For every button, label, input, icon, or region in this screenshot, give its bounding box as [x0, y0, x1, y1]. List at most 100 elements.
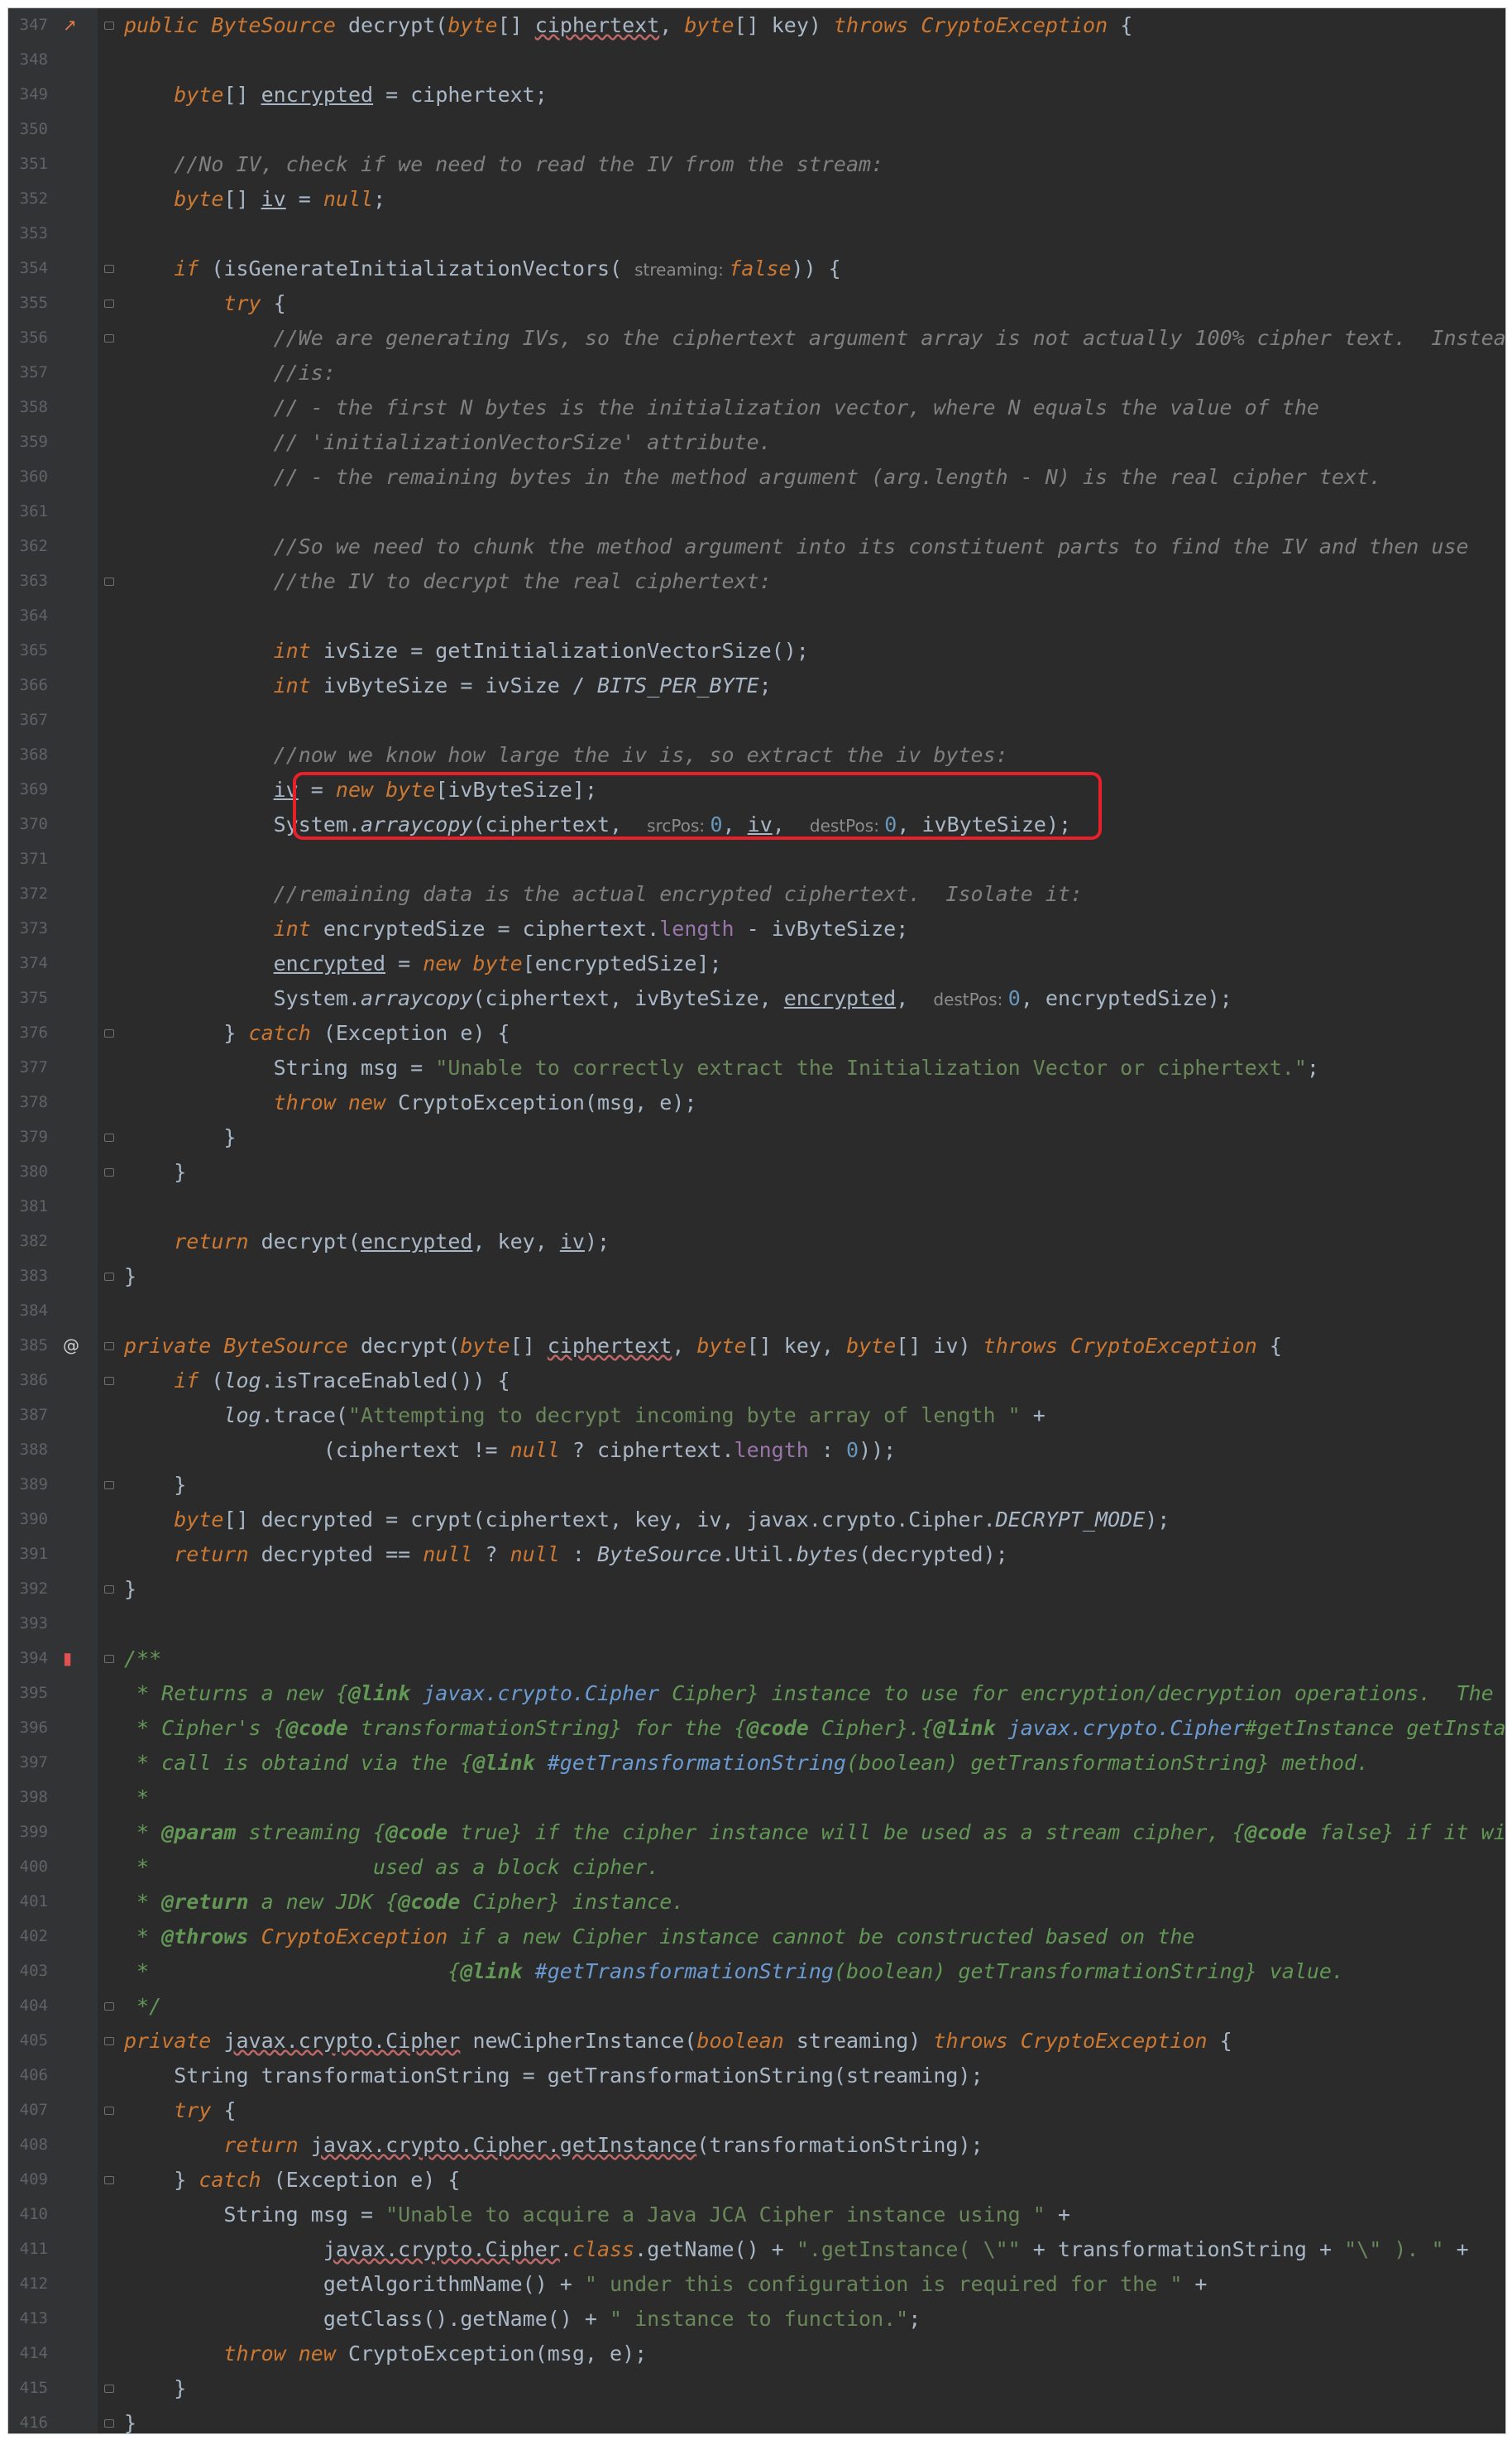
code-line[interactable]: 368 //now we know how large the iv is, s… [8, 738, 1505, 773]
code-editor[interactable]: 347 ↗ public ByteSource decrypt(byte[] cip… [7, 7, 1506, 2434]
code-line[interactable]: 384 [8, 1294, 1505, 1329]
code-line[interactable]: 400 * used as a block cipher. [8, 1850, 1505, 1885]
code-line[interactable]: 396 * Cipher's {@code transformationStri… [8, 1711, 1505, 1746]
fold-marker-icon[interactable] [104, 300, 114, 308]
fold-marker-icon[interactable] [104, 334, 114, 343]
code-line[interactable]: 390 byte[] decrypted = crypt(ciphertext,… [8, 1503, 1505, 1537]
code-text: if (log.isTraceEnabled()) { [124, 1364, 510, 1398]
code-line[interactable]: 377 String msg = "Unable to correctly ex… [8, 1051, 1505, 1086]
code-line[interactable]: 382 return decrypt(encrypted, key, iv); [8, 1225, 1505, 1259]
code-text: * @return a new JDK {@code Cipher} insta… [124, 1885, 684, 1920]
code-line[interactable]: 359 // 'initializationVectorSize' attrib… [8, 425, 1505, 460]
code-line[interactable]: 412 getAlgorithmName() + " under this co… [8, 2267, 1505, 2302]
code-line[interactable]: 415 } [8, 2371, 1505, 2406]
fold-marker-icon[interactable] [104, 2419, 114, 2428]
fold-marker-icon[interactable] [104, 1134, 114, 1142]
fold-marker-icon[interactable] [104, 1377, 114, 1385]
code-line[interactable]: 399 * @param streaming {@code true} if t… [8, 1815, 1505, 1850]
code-line[interactable]: 406 String transformationString = getTra… [8, 2059, 1505, 2093]
code-line[interactable]: 353 [8, 217, 1505, 252]
doc-icon[interactable]: ▮ [63, 1649, 72, 1667]
code-line[interactable]: 409 } catch (Exception e) { [8, 2163, 1505, 2198]
fold-marker-icon[interactable] [104, 1481, 114, 1489]
code-line[interactable]: 397 * call is obtaind via the {@link #ge… [8, 1746, 1505, 1781]
code-line[interactable]: 354 if (isGenerateInitializationVectors(… [8, 252, 1505, 286]
code-line[interactable]: 348 [8, 43, 1505, 78]
code-line[interactable]: 350 [8, 113, 1505, 147]
code-line[interactable]: 392} [8, 1572, 1505, 1607]
code-line[interactable]: 408 return javax.crypto.Cipher.getInstan… [8, 2128, 1505, 2163]
code-line[interactable]: 389 } [8, 1468, 1505, 1503]
code-line[interactable]: 356 //We are generating IVs, so the ciph… [8, 321, 1505, 356]
code-line[interactable]: 394 ▮ /** [8, 1642, 1505, 1676]
code-line[interactable]: 385 @ private ByteSource decrypt(byte[] ci… [8, 1329, 1505, 1364]
code-line[interactable]: 380 } [8, 1155, 1505, 1190]
fold-marker-icon[interactable] [104, 1029, 114, 1038]
code-line[interactable]: 361 [8, 495, 1505, 530]
code-line[interactable]: 373 int encryptedSize = ciphertext.lengt… [8, 912, 1505, 947]
code-line[interactable]: 355 try { [8, 286, 1505, 321]
code-line[interactable]: 379 } [8, 1120, 1505, 1155]
fold-marker-icon[interactable] [104, 2002, 114, 2011]
fold-marker-icon[interactable] [104, 2176, 114, 2184]
override-icon[interactable]: ↗ [63, 16, 77, 34]
code-line[interactable]: 398 * [8, 1781, 1505, 1815]
fold-marker-icon[interactable] [104, 1168, 114, 1177]
code-line[interactable]: 367 [8, 703, 1505, 738]
code-line[interactable]: 391 return decrypted == null ? null : By… [8, 1537, 1505, 1572]
code-line[interactable]: 405 private javax.crypto.Cipher newCipher… [8, 2024, 1505, 2059]
code-line[interactable]: 360 // - the remaining bytes in the meth… [8, 460, 1505, 495]
code-line[interactable]: 366 int ivByteSize = ivSize / BITS_PER_B… [8, 669, 1505, 703]
code-line[interactable]: 416} [8, 2406, 1505, 2433]
code-line[interactable]: 388 (ciphertext != null ? ciphertext.len… [8, 1433, 1505, 1468]
fold-marker-icon[interactable] [104, 2385, 114, 2393]
code-line[interactable]: 403 * {@link #getTransformationString(bo… [8, 1954, 1505, 1989]
code-line[interactable]: 402 * @throws CryptoException if a new C… [8, 1920, 1505, 1954]
code-text: return javax.crypto.Cipher.getInstance(t… [124, 2128, 983, 2163]
code-line[interactable]: 358 // - the first N bytes is the initia… [8, 391, 1505, 425]
code-line[interactable]: 410 String msg = "Unable to acquire a Ja… [8, 2198, 1505, 2232]
code-line[interactable]: 349 byte[] encrypted = ciphertext; [8, 78, 1505, 113]
code-line[interactable]: 351 //No IV, check if we need to read th… [8, 147, 1505, 182]
fold-marker-icon[interactable] [104, 265, 114, 273]
annotation-icon[interactable]: @ [63, 1336, 79, 1354]
code-line[interactable]: 371 [8, 842, 1505, 877]
fold-marker-icon[interactable] [104, 2037, 114, 2045]
fold-marker-icon[interactable] [104, 1273, 114, 1281]
code-line[interactable]: 369 iv = new byte[ivByteSize]; [8, 773, 1505, 808]
code-line[interactable]: 378 throw new CryptoException(msg, e); [8, 1086, 1505, 1120]
code-line[interactable]: 375 System.arraycopy(ciphertext, ivByteS… [8, 981, 1505, 1016]
code-line[interactable]: 362 //So we need to chunk the method arg… [8, 530, 1505, 564]
code-line[interactable]: 401 * @return a new JDK {@code Cipher} i… [8, 1885, 1505, 1920]
code-line[interactable]: 381 [8, 1190, 1505, 1225]
code-line[interactable]: 370 System.arraycopy(ciphertext, srcPos:… [8, 808, 1505, 842]
code-line[interactable]: 364 [8, 599, 1505, 634]
code-line[interactable]: 363 //the IV to decrypt the real ciphert… [8, 564, 1505, 599]
code-line[interactable]: 372 //remaining data is the actual encry… [8, 877, 1505, 912]
fold-marker-icon[interactable] [104, 1585, 114, 1594]
code-line[interactable]: 395 * Returns a new {@link javax.crypto.… [8, 1676, 1505, 1711]
code-line[interactable]: 393 [8, 1607, 1505, 1642]
fold-marker-icon[interactable] [104, 578, 114, 586]
code-line[interactable]: 347 ↗ public ByteSource decrypt(byte[] cip… [8, 8, 1505, 43]
code-line[interactable]: 383} [8, 1259, 1505, 1294]
code-line[interactable]: 387 log.trace("Attempting to decrypt inc… [8, 1398, 1505, 1433]
code-token: [] [223, 83, 261, 107]
code-token: String transformationString = getTransfo… [124, 2064, 983, 2088]
code-line[interactable]: 414 throw new CryptoException(msg, e); [8, 2337, 1505, 2371]
fold-marker-icon[interactable] [104, 22, 114, 30]
code-line[interactable]: 413 getClass().getName() + " instance to… [8, 2302, 1505, 2337]
fold-marker-icon[interactable] [104, 1655, 114, 1663]
code-line[interactable]: 407 try { [8, 2093, 1505, 2128]
code-line[interactable]: 386 if (log.isTraceEnabled()) { [8, 1364, 1505, 1398]
code-line[interactable]: 365 int ivSize = getInitializationVector… [8, 634, 1505, 669]
code-line[interactable]: 376 } catch (Exception e) { [8, 1016, 1505, 1051]
code-line[interactable]: 352 byte[] iv = null; [8, 182, 1505, 217]
code-line[interactable]: 404 */ [8, 1989, 1505, 2024]
fold-marker-icon[interactable] [104, 1342, 114, 1350]
code-line[interactable]: 411 javax.crypto.Cipher.class.getName() … [8, 2232, 1505, 2267]
code-text: * @param streaming {@code true} if the c… [124, 1815, 1505, 1850]
code-line[interactable]: 374 encrypted = new byte[encryptedSize]; [8, 947, 1505, 981]
fold-marker-icon[interactable] [104, 2107, 114, 2115]
code-line[interactable]: 357 //is: [8, 356, 1505, 391]
